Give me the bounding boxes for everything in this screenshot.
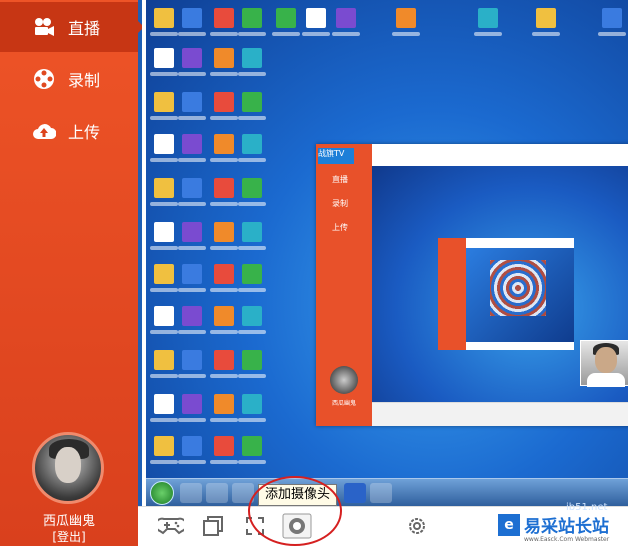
- desktop-shortcut-icon: [178, 92, 206, 120]
- avatar[interactable]: [32, 432, 104, 504]
- desktop-shortcut-icon: [210, 394, 238, 422]
- desktop-shortcut-icon: [178, 48, 206, 76]
- desktop-shortcut-icon: [178, 394, 206, 422]
- desktop-shortcut-icon: [150, 8, 178, 36]
- nested-toolbar: [372, 402, 628, 426]
- window-icon: [202, 515, 224, 541]
- desktop-shortcut-icon: [238, 48, 266, 76]
- tooltip-add-webcam: 添加摄像头: [258, 484, 338, 506]
- desktop-shortcut-icon: [238, 436, 266, 464]
- desktop-shortcut-icon: [178, 222, 206, 250]
- desktop-shortcut-icon: [210, 48, 238, 76]
- desktop-shortcut-icon: [210, 306, 238, 334]
- desktop-shortcut-icon: [178, 306, 206, 334]
- desktop-shortcut-icon: [178, 350, 206, 378]
- game-capture-button[interactable]: [154, 515, 188, 541]
- desktop-shortcut-icon: [238, 306, 266, 334]
- add-webcam-button[interactable]: [280, 513, 314, 543]
- desktop-shortcut-icon: [150, 92, 178, 120]
- desktop-shortcut-icon: [178, 134, 206, 162]
- desktop-shortcut-icon: [332, 8, 360, 36]
- desktop-shortcut-icon: [150, 134, 178, 162]
- nested-avatar: [330, 366, 358, 394]
- sidebar-item-record[interactable]: 录制: [0, 54, 138, 104]
- desktop-shortcut-icon: [302, 8, 330, 36]
- sidebar: 直播 录制 上传 西瓜幽鬼 [登出]: [0, 0, 144, 546]
- desktop-shortcut-icon: [238, 92, 266, 120]
- desktop-shortcut-icon: [392, 8, 420, 36]
- desktop-shortcut-icon: [238, 264, 266, 292]
- desktop-shortcut-icon: [150, 394, 178, 422]
- desktop-shortcut-icon: [178, 436, 206, 464]
- desktop-shortcut-icon: [150, 350, 178, 378]
- desktop-shortcut-icon: [210, 8, 238, 36]
- desktop-shortcut-icon: [150, 436, 178, 464]
- taskbar: [146, 478, 628, 506]
- inner-preview-window: [438, 238, 574, 350]
- gamepad-icon: [154, 517, 188, 539]
- desktop-shortcut-icon: [178, 8, 206, 36]
- webcam-icon: [282, 513, 312, 543]
- sidebar-item-label: 上传: [68, 123, 101, 142]
- settings-button[interactable]: [404, 515, 430, 541]
- recursive-tunnel: [490, 260, 546, 316]
- desktop-shortcut-icon: [150, 306, 178, 334]
- nested-username: 西瓜幽鬼: [331, 400, 356, 407]
- desktop-shortcut-icon: [210, 350, 238, 378]
- desktop-shortcut-icon: [210, 436, 238, 464]
- nested-sidebar: 战旗TV 直播 录制 上传 西瓜幽鬼: [316, 144, 372, 426]
- logout-link[interactable]: [登出]: [0, 528, 138, 545]
- watermark-title: 易采站长站: [524, 517, 609, 537]
- camera-icon: [32, 15, 56, 39]
- desktop-shortcut-icon: [150, 178, 178, 206]
- fullscreen-icon: [245, 516, 265, 540]
- desktop-shortcut-icon: [238, 350, 266, 378]
- desktop-shortcut-icon: [210, 264, 238, 292]
- desktop-shortcut-icon: [178, 264, 206, 292]
- window-capture-button[interactable]: [200, 515, 226, 541]
- sidebar-item-live[interactable]: 直播: [0, 2, 144, 52]
- desktop-shortcut-icon: [210, 92, 238, 120]
- desktop-shortcut-icon: [210, 134, 238, 162]
- watermark-url: www.Easck.Com Webmaster: [524, 536, 610, 543]
- desktop-shortcut-icon: [210, 222, 238, 250]
- watermark-logo-icon: e: [498, 514, 520, 536]
- desktop-shortcut-icon: [238, 222, 266, 250]
- nested-preview-window: 战旗TV 直播 录制 上传 西瓜幽鬼: [316, 144, 628, 426]
- username: 西瓜幽鬼: [42, 514, 95, 529]
- desktop-shortcut-icon: [238, 134, 266, 162]
- desktop-shortcut-icon: [210, 178, 238, 206]
- sidebar-item-label: 直播: [68, 19, 101, 38]
- nested-item: 上传: [332, 223, 348, 232]
- desktop-shortcut-icon: [474, 8, 502, 36]
- cloud-upload-icon: [32, 119, 56, 143]
- nested-logo: 战旗TV: [318, 148, 354, 164]
- desktop-shortcut-icon: [150, 264, 178, 292]
- screen-preview: 战旗TV 直播 录制 上传 西瓜幽鬼: [142, 0, 628, 506]
- desktop-shortcut-icon: [178, 178, 206, 206]
- desktop-shortcut-icon: [238, 8, 266, 36]
- desktop-shortcut-icon: [532, 8, 560, 36]
- desktop-shortcut-icon: [272, 8, 300, 36]
- sidebar-item-label: 录制: [68, 71, 101, 90]
- webcam-overlay: [580, 340, 628, 387]
- live-streaming-app: 直播 录制 上传 西瓜幽鬼 [登出] 战旗TV 直播 录制 上传 西瓜幽鬼 添加…: [0, 0, 628, 546]
- start-button: [150, 481, 174, 505]
- desktop-shortcut-icon: [238, 178, 266, 206]
- sidebar-item-upload[interactable]: 上传: [0, 106, 138, 156]
- desktop-shortcut-icon: [150, 222, 178, 250]
- nested-item: 直播: [332, 175, 348, 184]
- desktop-shortcut-icon: [150, 48, 178, 76]
- nested-item: 录制: [332, 199, 348, 208]
- desktop-shortcut-icon: [598, 8, 626, 36]
- desktop-shortcut-icon: [238, 394, 266, 422]
- film-reel-icon: [32, 67, 56, 91]
- gear-icon: [406, 515, 428, 541]
- watermark: e 易采站长站 www.Easck.Com Webmaster: [494, 510, 628, 546]
- fullscreen-capture-button[interactable]: [242, 515, 268, 541]
